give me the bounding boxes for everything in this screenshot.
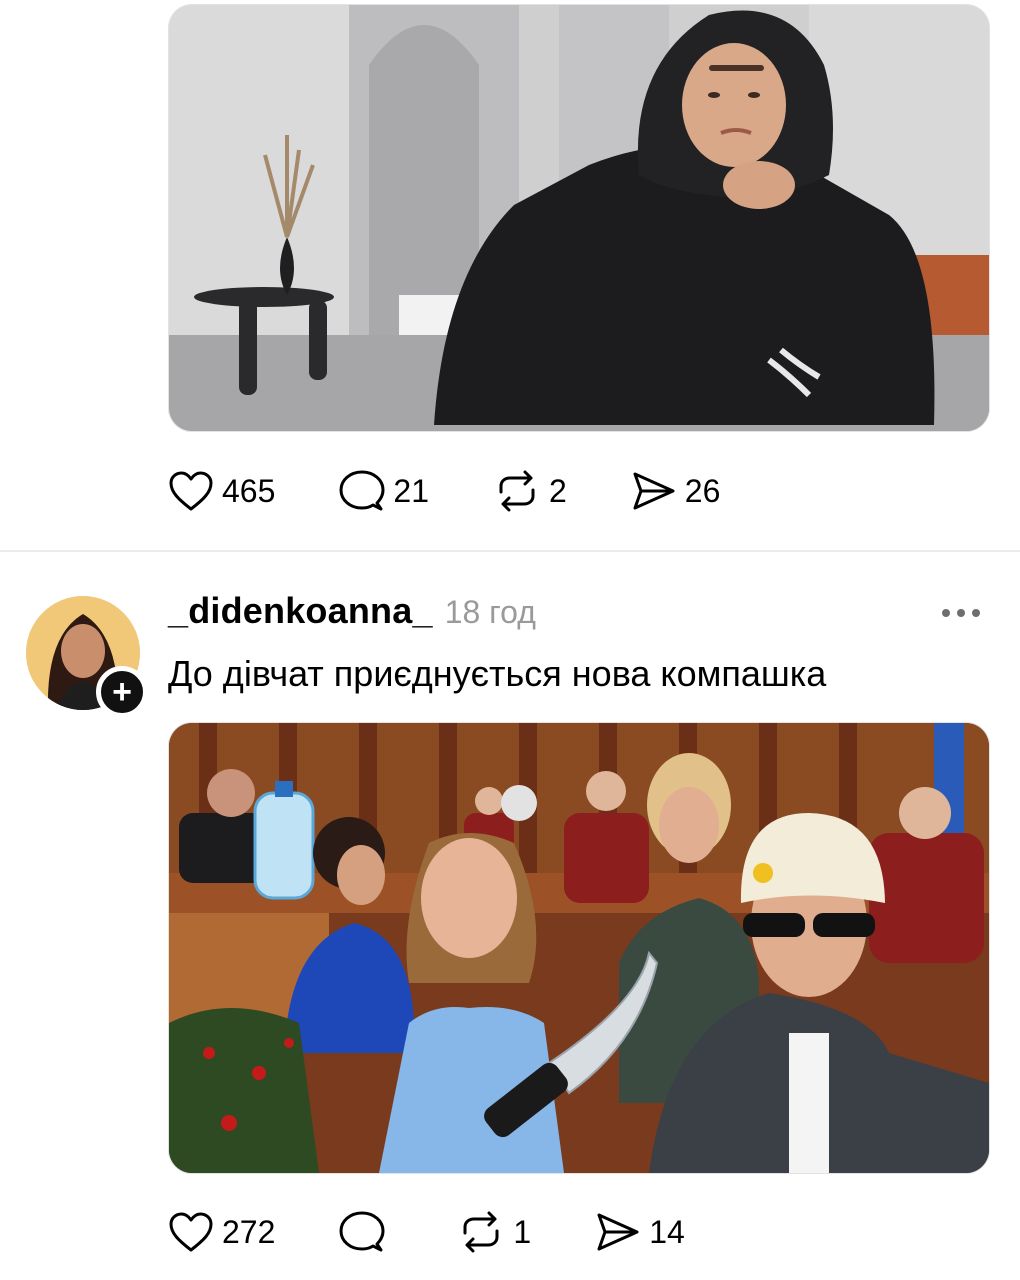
repost-arrows-icon <box>463 1211 499 1253</box>
hoodie-man-photo <box>169 5 989 431</box>
timestamp: 18 год <box>444 594 536 630</box>
post-divider <box>0 550 1020 552</box>
paper-plane-icon <box>597 1213 639 1251</box>
repost-arrows-icon <box>499 470 535 512</box>
speech-bubble-icon <box>339 470 385 511</box>
more-options-button[interactable] <box>942 603 980 623</box>
share-count: 14 <box>649 1214 685 1250</box>
like-count: 272 <box>222 1214 276 1250</box>
reply-button[interactable] <box>339 1210 393 1254</box>
share-button[interactable]: 26 <box>631 470 721 512</box>
post-image[interactable] <box>168 722 990 1174</box>
like-button[interactable]: 465 <box>168 470 275 512</box>
post-text: До дівчат приєднується нова компашка <box>168 653 827 694</box>
repost-button[interactable]: 2 <box>493 470 567 512</box>
post-actions: 465 21 2 26 <box>168 466 720 516</box>
reply-count: 21 <box>393 473 429 509</box>
reply-button[interactable]: 21 <box>339 469 429 513</box>
post-actions: 272 1 14 <box>168 1207 685 1257</box>
ellipsis-icon <box>942 609 950 617</box>
ellipsis-dot <box>957 609 965 617</box>
like-button[interactable]: 272 <box>168 1211 275 1253</box>
plus-icon: + <box>112 673 132 711</box>
follow-button[interactable]: + <box>96 666 148 718</box>
repost-count: 2 <box>548 473 567 509</box>
repost-button[interactable]: 1 <box>457 1211 531 1253</box>
repost-count: 1 <box>513 1214 532 1250</box>
heart-icon <box>169 1212 213 1252</box>
share-button[interactable]: 14 <box>595 1211 685 1253</box>
paper-plane-icon <box>633 472 675 510</box>
share-count: 26 <box>684 473 721 509</box>
post-image[interactable] <box>168 4 990 432</box>
heart-icon <box>169 471 213 511</box>
username[interactable]: _didenkoanna_ <box>168 590 433 632</box>
speech-bubble-icon <box>339 1211 385 1252</box>
post-header: _didenkoanna_ 18 год <box>168 590 536 632</box>
ellipsis-dot <box>972 609 980 617</box>
courtroom-collage-photo <box>169 723 989 1173</box>
like-count: 465 <box>222 473 276 509</box>
